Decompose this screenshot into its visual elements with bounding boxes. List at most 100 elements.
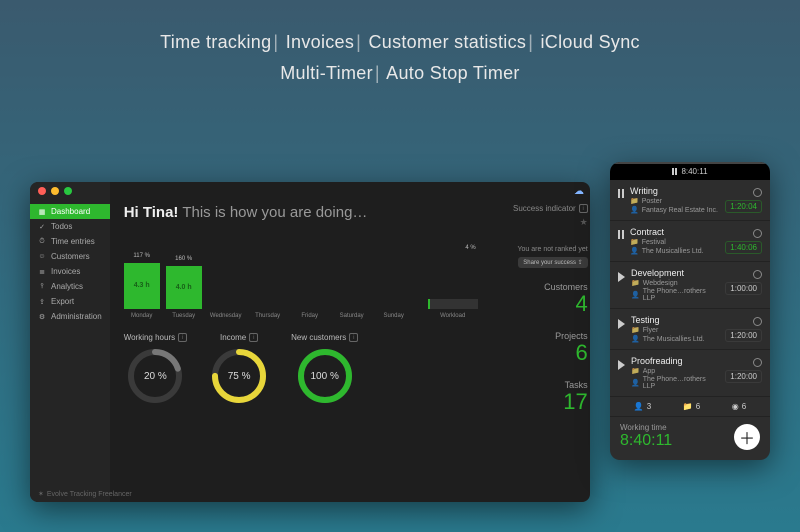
invoices-icon: ≣: [38, 268, 46, 276]
sidebar-item-analytics[interactable]: ⫯Analytics: [30, 279, 110, 294]
pause-button[interactable]: [618, 230, 624, 239]
timer-task-name: Development: [631, 268, 719, 278]
timer-duration: 1:20:00: [725, 370, 762, 383]
timer-task-name: Proofreading: [631, 356, 719, 366]
select-circle-icon[interactable]: [753, 229, 762, 238]
success-indicator-title: Success indicator i: [488, 204, 588, 213]
timer-client: The Musicallies Ltd.: [642, 248, 704, 255]
sidebar-item-time-entries[interactable]: ⏱ Time entries: [30, 234, 110, 249]
administration-icon: ⚙: [38, 313, 46, 321]
app-brand: ✶ Evolve Tracking Freelancer: [38, 490, 132, 498]
select-circle-icon[interactable]: [753, 358, 762, 367]
timer-task-name: Testing: [631, 315, 719, 325]
info-icon[interactable]: i: [249, 333, 258, 342]
timer-duration: 1:00:00: [725, 282, 762, 295]
timer-row[interactable]: Writing 📁Poster 👤Fantasy Real Estate Inc…: [610, 180, 770, 221]
sidebar-item-dashboard[interactable]: ▦ Dashboard: [30, 204, 110, 219]
person-icon: 👤: [630, 206, 639, 214]
timer-duration: 1:20:00: [725, 329, 762, 342]
close-icon[interactable]: [38, 187, 46, 195]
zoom-icon[interactable]: [64, 187, 72, 195]
rank-star-icon: ★: [488, 217, 588, 228]
timer-row[interactable]: Proofreading 📁App 👤The Phone…rothers LLP…: [610, 350, 770, 397]
select-circle-icon[interactable]: [753, 317, 762, 326]
select-circle-icon[interactable]: [753, 188, 762, 197]
timer-client: Fantasy Real Estate Inc.: [642, 207, 718, 214]
dashboard-icon: ▦: [38, 208, 46, 216]
timer-folder: Festival: [642, 239, 666, 246]
headline-row-1: Time tracking| Invoices| Customer statis…: [0, 32, 800, 53]
timer-folder: Flyer: [643, 327, 659, 334]
pause-button[interactable]: [618, 189, 624, 198]
play-button[interactable]: [618, 360, 625, 370]
timer-summary: 👤3 📁6 ◉6: [610, 397, 770, 417]
timer-header: 8:40:11: [610, 162, 770, 180]
time entries-icon: ⏱: [38, 238, 46, 246]
sidebar-item-invoices[interactable]: ≣Invoices: [30, 264, 110, 279]
customers-icon: ☺: [38, 253, 46, 261]
play-button[interactable]: [618, 272, 625, 282]
sidebar-item-customers[interactable]: ☺ Customers: [30, 249, 110, 264]
timer-task-name: Contract: [630, 227, 719, 237]
bar-tuesday: 160 %4.0 hTuesday: [166, 256, 202, 319]
sidebar-item-label: Time entries: [51, 237, 95, 246]
working-time-label: Working time: [620, 423, 672, 432]
dashboard-window: ☁ ▦ Dashboard ✓ Todos ⏱ Time entries ☺ Customer…: [30, 182, 590, 502]
stat-value-projects: 6: [488, 340, 588, 366]
share-success-button[interactable]: Share your success ⇪: [518, 257, 587, 268]
timer-duration: 1:40:06: [725, 241, 762, 254]
timer-folder: Webdesign: [643, 280, 678, 287]
bar-saturday: Saturday: [334, 299, 370, 319]
info-icon[interactable]: i: [349, 333, 358, 342]
select-circle-icon[interactable]: [753, 270, 762, 279]
star-icon: ✶: [38, 490, 44, 498]
folder-icon: 📁: [631, 367, 640, 375]
sidebar-item-label: Export: [51, 297, 74, 306]
stat-value-tasks: 17: [488, 389, 588, 415]
sidebar: ▦ Dashboard ✓ Todos ⏱ Time entries ☺ Customers ≣…: [30, 182, 110, 502]
stat-value-customers: 4: [488, 291, 588, 317]
minimize-icon[interactable]: [51, 187, 59, 195]
greeting: Hi Tina! This is how you are doing…: [124, 204, 478, 221]
window-titlebar: ☁: [30, 182, 590, 200]
sidebar-item-label: Administration: [51, 312, 102, 321]
folder-icon: 📁: [630, 197, 639, 205]
timer-folder: Poster: [642, 198, 662, 205]
bar-monday: 117 %4.3 hMonday: [124, 253, 160, 319]
timer-row[interactable]: Testing 📁Flyer 👤The Musicallies Ltd. 1:2…: [610, 309, 770, 350]
ring-income: Incomei 75 %: [211, 333, 267, 404]
sidebar-item-label: Todos: [51, 222, 72, 231]
timer-folder: App: [643, 368, 655, 375]
folder-icon: 📁: [631, 279, 640, 287]
sidebar-item-label: Dashboard: [51, 207, 90, 216]
todos-icon: ✓: [38, 223, 46, 231]
timer-task-name: Writing: [630, 186, 719, 196]
multi-timer-panel: 8:40:11 Writing 📁Poster 👤Fantasy Real Es…: [610, 162, 770, 460]
workload-bar: 4 %Workload: [428, 255, 478, 319]
folder-icon: 📁: [631, 326, 640, 334]
cloud-sync-icon[interactable]: ☁: [574, 186, 584, 197]
analytics-icon: ⫯: [38, 283, 46, 291]
info-icon[interactable]: i: [178, 333, 187, 342]
timer-row[interactable]: Contract 📁Festival 👤The Musicallies Ltd.…: [610, 221, 770, 262]
record-icon: ◉: [732, 402, 739, 411]
weekly-bar-chart: 117 %4.3 hMonday160 %4.0 hTuesdayWednesd…: [124, 239, 478, 319]
info-icon[interactable]: i: [579, 204, 588, 213]
sidebar-item-todos[interactable]: ✓ Todos: [30, 219, 110, 234]
timer-client: The Phone…rothers LLP: [643, 288, 720, 302]
progress-rings: Working hoursi 20 % Incomei 75 % New cus…: [124, 333, 478, 404]
play-button[interactable]: [618, 319, 625, 329]
bar-thursday: Thursday: [250, 299, 286, 319]
sidebar-item-export[interactable]: ⇪ Export: [30, 294, 110, 309]
person-icon: 👤: [634, 402, 644, 411]
export-icon: ⇪: [38, 298, 46, 306]
timer-client: The Musicallies Ltd.: [643, 336, 705, 343]
sidebar-item-administration[interactable]: ⚙ Administration: [30, 309, 110, 324]
person-icon: 👤: [631, 291, 640, 299]
timer-row[interactable]: Development 📁Webdesign 👤The Phone…rother…: [610, 262, 770, 309]
sidebar-item-label: Customers: [51, 252, 90, 261]
working-time-value: 8:40:11: [620, 432, 672, 450]
add-timer-button[interactable]: ＋: [734, 424, 760, 450]
bar-friday: Friday: [292, 299, 328, 319]
person-icon: 👤: [631, 379, 640, 387]
